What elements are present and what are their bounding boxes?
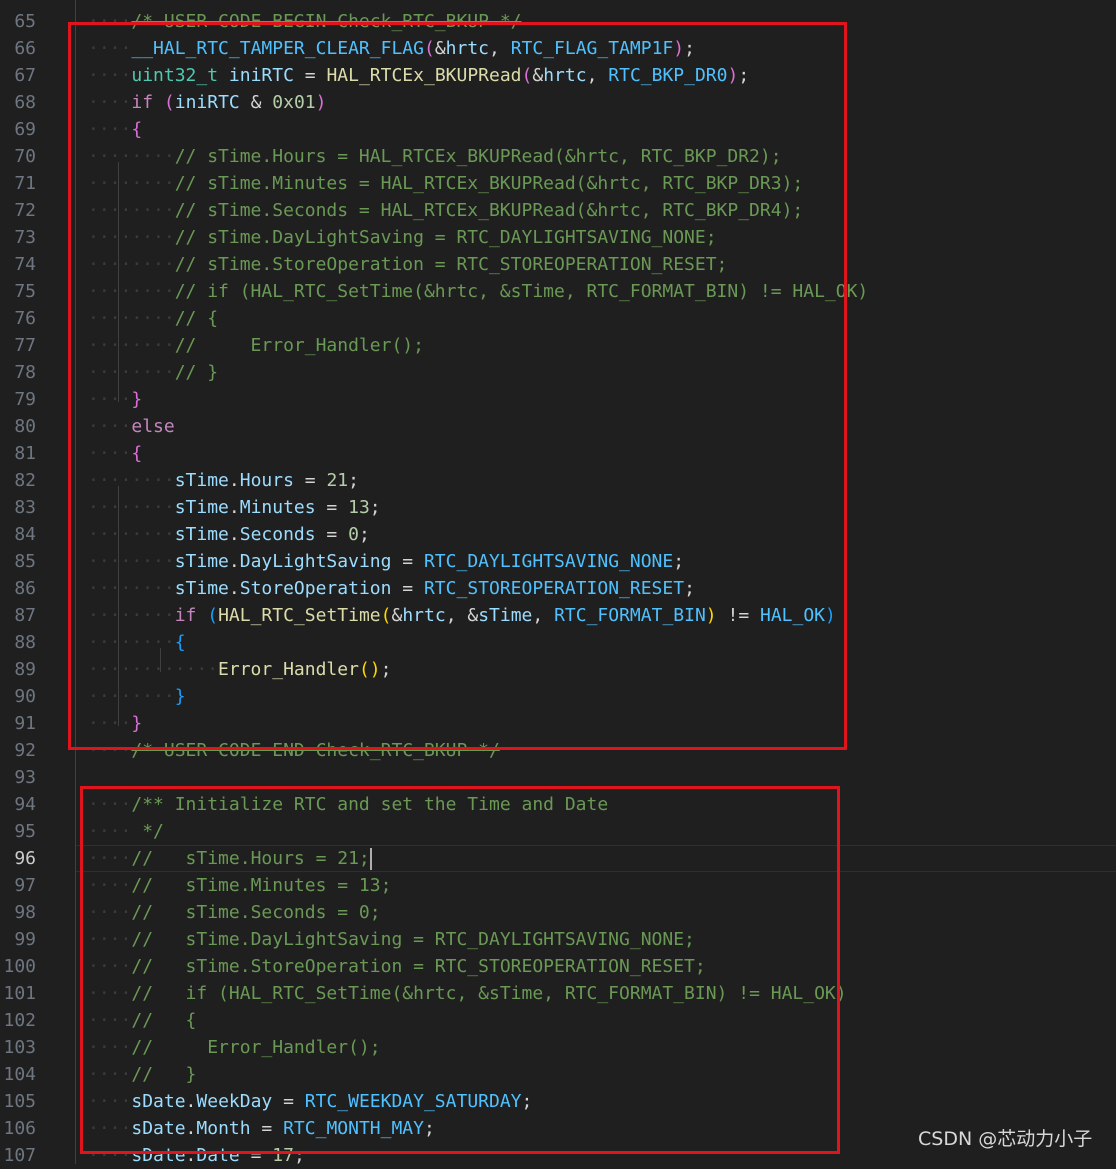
line-number: 75 <box>14 281 36 302</box>
line-number: 92 <box>14 740 36 761</box>
line-number: 84 <box>14 524 36 545</box>
line-number: 79 <box>14 389 36 410</box>
line-number: 66 <box>14 38 36 59</box>
line-number: 95 <box>14 821 36 842</box>
line-number: 102 <box>3 1010 36 1031</box>
line-number: 100 <box>3 956 36 977</box>
line-number: 104 <box>3 1064 36 1085</box>
line-number: 83 <box>14 497 36 518</box>
line-number: 97 <box>14 875 36 896</box>
line-number: 98 <box>14 902 36 923</box>
line-number: 103 <box>3 1037 36 1058</box>
line-number: 107 <box>3 1145 36 1166</box>
line-number: 80 <box>14 416 36 437</box>
highlight-box-top <box>68 22 847 750</box>
line-number: 86 <box>14 578 36 599</box>
line-number: 94 <box>14 794 36 815</box>
line-number: 81 <box>14 443 36 464</box>
line-number: 89 <box>14 659 36 680</box>
line-number: 106 <box>3 1118 36 1139</box>
line-number: 70 <box>14 146 36 167</box>
watermark: CSDN @芯动力小子 <box>918 1128 1093 1150</box>
highlight-box-bottom <box>80 786 840 1154</box>
line-number: 88 <box>14 632 36 653</box>
line-number: 74 <box>14 254 36 275</box>
line-number: 69 <box>14 119 36 140</box>
line-number: 93 <box>14 767 36 788</box>
line-number: 82 <box>14 470 36 491</box>
line-number: 91 <box>14 713 36 734</box>
line-number: 85 <box>14 551 36 572</box>
line-number: 101 <box>3 983 36 1004</box>
line-number: 99 <box>14 929 36 950</box>
line-number: 73 <box>14 227 36 248</box>
line-number: 96 <box>14 848 36 869</box>
line-number: 68 <box>14 92 36 113</box>
line-number: 77 <box>14 335 36 356</box>
line-number: 105 <box>3 1091 36 1112</box>
line-number: 90 <box>14 686 36 707</box>
line-number: 67 <box>14 65 36 86</box>
line-number: 72 <box>14 200 36 221</box>
line-number: 65 <box>14 11 36 32</box>
line-number: 71 <box>14 173 36 194</box>
line-number: 76 <box>14 308 36 329</box>
line-number: 78 <box>14 362 36 383</box>
line-number: 87 <box>14 605 36 626</box>
